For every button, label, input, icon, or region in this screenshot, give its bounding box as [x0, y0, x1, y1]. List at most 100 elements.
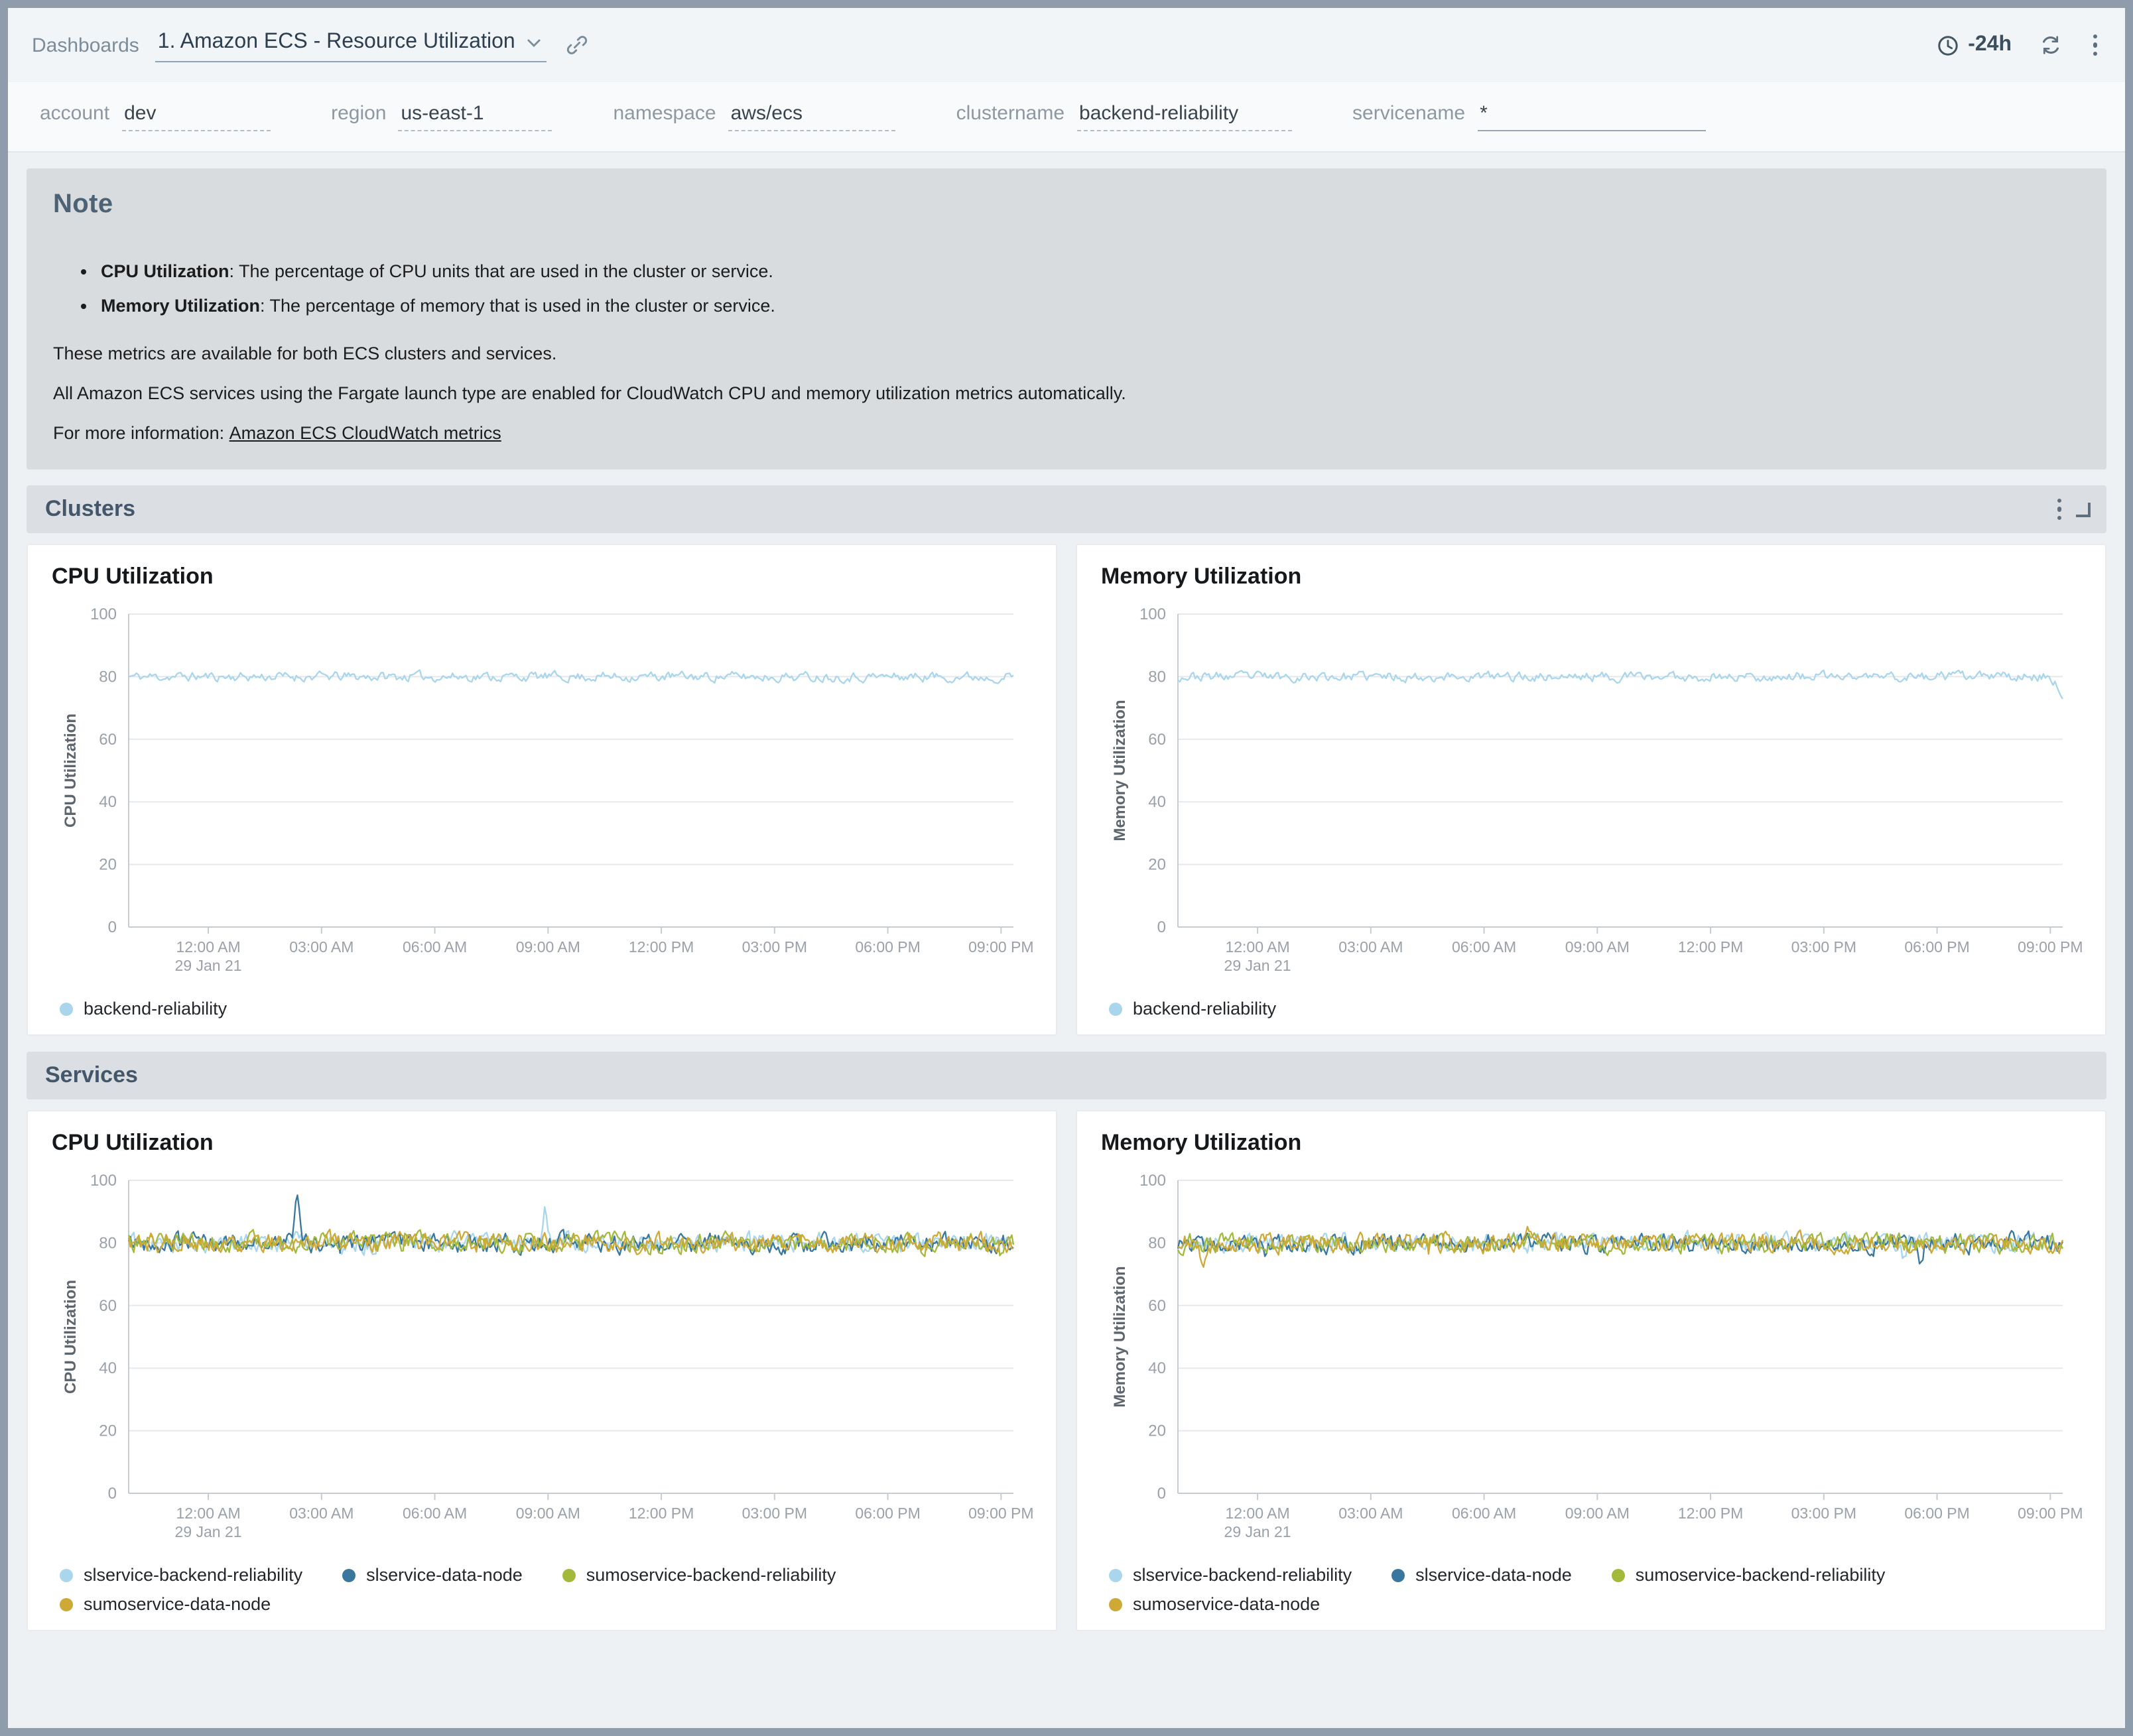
filter-account: account dev: [40, 102, 270, 131]
services-cpu-chart[interactable]: 02040608010012:00 AM29 Jan 2103:00 AM06:…: [49, 1162, 1035, 1554]
clusters-memory-chart[interactable]: 02040608010012:00 AM29 Jan 2103:00 AM06:…: [1098, 595, 2084, 988]
legend-item[interactable]: backend-reliability: [1109, 999, 1276, 1019]
chart-canvas-svg: 02040608010012:00 AM29 Jan 2103:00 AM06:…: [1098, 1162, 2084, 1554]
filter-region: region us-east-1: [331, 102, 552, 131]
svg-text:80: 80: [99, 1234, 117, 1252]
note-bullet-memory: Memory Utilization: The percentage of me…: [101, 289, 2080, 324]
filter-region-value[interactable]: us-east-1: [399, 102, 552, 131]
section-menu-icon[interactable]: [2053, 495, 2065, 525]
legend-label: sumoservice-backend-reliability: [1636, 1565, 1886, 1585]
dashboard-title: 1. Amazon ECS - Resource Utilization: [158, 31, 515, 54]
chart-title: CPU Utilization: [52, 1130, 1035, 1156]
legend-item[interactable]: sumoservice-data-node: [1109, 1594, 1320, 1614]
chart-legend: backend-reliability: [1098, 988, 2084, 1024]
chart-legend: slservice-backend-reliability slservice-d…: [49, 1554, 1035, 1619]
legend-label: backend-reliability: [1133, 999, 1276, 1019]
overflow-menu-icon[interactable]: [2089, 31, 2101, 60]
filter-servicename-label: servicename: [1352, 102, 1465, 125]
svg-text:60: 60: [99, 731, 117, 749]
legend-item[interactable]: sumoservice-backend-reliability: [562, 1565, 836, 1585]
legend-item[interactable]: slservice-data-node: [342, 1565, 523, 1585]
services-memory-chart[interactable]: 02040608010012:00 AM29 Jan 2103:00 AM06:…: [1098, 1162, 2084, 1554]
svg-text:03:00 AM: 03:00 AM: [1338, 938, 1403, 956]
cloudwatch-metrics-link[interactable]: Amazon ECS CloudWatch metrics: [229, 423, 501, 443]
svg-text:Memory Utilization: Memory Utilization: [1111, 1266, 1129, 1407]
legend-swatch: [1109, 1597, 1122, 1611]
legend-item[interactable]: slservice-data-node: [1391, 1565, 1572, 1585]
svg-text:CPU Utilization: CPU Utilization: [62, 713, 80, 828]
time-range-control[interactable]: -24h: [1936, 33, 2012, 57]
note-more-info: For more information: Amazon ECS CloudWa…: [53, 423, 2080, 443]
legend-item[interactable]: slservice-backend-reliability: [1109, 1565, 1352, 1585]
legend-item[interactable]: sumoservice-data-node: [60, 1594, 271, 1614]
refresh-icon[interactable]: [2038, 33, 2062, 57]
svg-text:0: 0: [108, 918, 117, 936]
filter-namespace-label: namespace: [614, 102, 716, 125]
svg-text:12:00 PM: 12:00 PM: [629, 1505, 694, 1522]
legend-label: sumoservice-data-node: [84, 1594, 271, 1614]
svg-text:29 Jan 21: 29 Jan 21: [175, 1523, 242, 1540]
svg-text:06:00 AM: 06:00 AM: [403, 938, 467, 956]
section-header-services: Services: [27, 1052, 2106, 1099]
section-title-services: Services: [45, 1062, 2091, 1089]
svg-text:03:00 AM: 03:00 AM: [1338, 1505, 1403, 1522]
svg-text:06:00 PM: 06:00 PM: [855, 938, 920, 956]
filter-clustername-value[interactable]: backend-reliability: [1076, 102, 1291, 131]
share-link-icon[interactable]: [566, 33, 590, 57]
dashboard-page: Dashboards 1. Amazon ECS - Resource Util…: [0, 0, 2133, 1736]
more-info-prefix: For more information:: [53, 423, 229, 443]
clusters-memory-panel: Memory Utilization 02040608010012:00 AM2…: [1076, 544, 2106, 1036]
clusters-panel-row: CPU Utilization 02040608010012:00 AM29 J…: [27, 544, 2106, 1036]
expand-corner-icon[interactable]: [2076, 502, 2091, 517]
svg-text:12:00 PM: 12:00 PM: [1678, 1505, 1743, 1522]
svg-text:40: 40: [1148, 793, 1166, 811]
svg-text:03:00 PM: 03:00 PM: [742, 938, 807, 956]
filter-region-label: region: [331, 102, 386, 125]
dashboard-selector[interactable]: 1. Amazon ECS - Resource Utilization: [155, 28, 547, 62]
svg-text:0: 0: [108, 1485, 117, 1503]
chart-canvas-svg: 02040608010012:00 AM29 Jan 2103:00 AM06:…: [49, 1162, 1035, 1554]
svg-text:06:00 PM: 06:00 PM: [855, 1505, 920, 1522]
clusters-cpu-panel: CPU Utilization 02040608010012:00 AM29 J…: [27, 544, 1057, 1036]
clusters-cpu-chart[interactable]: 02040608010012:00 AM29 Jan 2103:00 AM06:…: [49, 595, 1035, 988]
section-icons: [2053, 495, 2091, 525]
svg-text:0: 0: [1157, 1485, 1166, 1503]
filter-clustername-label: clustername: [956, 102, 1065, 125]
svg-text:20: 20: [1148, 1422, 1166, 1440]
time-range-label: -24h: [1968, 33, 2012, 57]
note-panel: Note CPU Utilization: The percentage of …: [27, 168, 2106, 469]
filter-namespace-value[interactable]: aws/ecs: [728, 102, 895, 131]
legend-swatch: [1109, 1568, 1122, 1581]
filter-servicename: servicename *: [1352, 102, 1705, 131]
filter-servicename-value[interactable]: *: [1477, 102, 1705, 131]
legend-item[interactable]: backend-reliability: [60, 999, 227, 1019]
topbar: Dashboards 1. Amazon ECS - Resource Util…: [8, 8, 2125, 82]
services-panel-row: CPU Utilization 02040608010012:00 AM29 J…: [27, 1110, 2106, 1631]
dashboards-breadcrumb[interactable]: Dashboards: [32, 34, 139, 56]
chart-canvas-svg: 02040608010012:00 AM29 Jan 2103:00 AM06:…: [1098, 595, 2084, 988]
legend-label: backend-reliability: [84, 999, 227, 1019]
legend-label: slservice-data-node: [366, 1565, 523, 1585]
svg-text:12:00 AM: 12:00 AM: [1225, 1505, 1289, 1522]
topbar-right: -24h: [1936, 31, 2101, 60]
svg-text:80: 80: [1148, 1234, 1166, 1252]
filter-account-value[interactable]: dev: [121, 102, 270, 131]
svg-text:09:00 AM: 09:00 AM: [516, 938, 580, 956]
svg-text:09:00 AM: 09:00 AM: [1565, 1505, 1630, 1522]
legend-item[interactable]: sumoservice-backend-reliability: [1612, 1565, 1886, 1585]
svg-text:03:00 PM: 03:00 PM: [1791, 1505, 1856, 1522]
legend-swatch: [60, 1568, 73, 1581]
svg-text:06:00 AM: 06:00 AM: [403, 1505, 467, 1522]
legend-item[interactable]: slservice-backend-reliability: [60, 1565, 302, 1585]
legend-swatch: [1391, 1568, 1405, 1581]
svg-text:CPU Utilization: CPU Utilization: [62, 1280, 80, 1394]
svg-text:12:00 PM: 12:00 PM: [629, 938, 694, 956]
legend-label: slservice-backend-reliability: [1133, 1565, 1352, 1585]
svg-text:03:00 AM: 03:00 AM: [289, 1505, 354, 1522]
legend-label: slservice-backend-reliability: [84, 1565, 302, 1585]
svg-text:06:00 PM: 06:00 PM: [1904, 938, 1969, 956]
svg-text:09:00 AM: 09:00 AM: [516, 1505, 580, 1522]
chart-canvas-svg: 02040608010012:00 AM29 Jan 2103:00 AM06:…: [49, 595, 1035, 988]
svg-text:40: 40: [99, 1359, 117, 1377]
section-title-clusters: Clusters: [45, 496, 2053, 523]
